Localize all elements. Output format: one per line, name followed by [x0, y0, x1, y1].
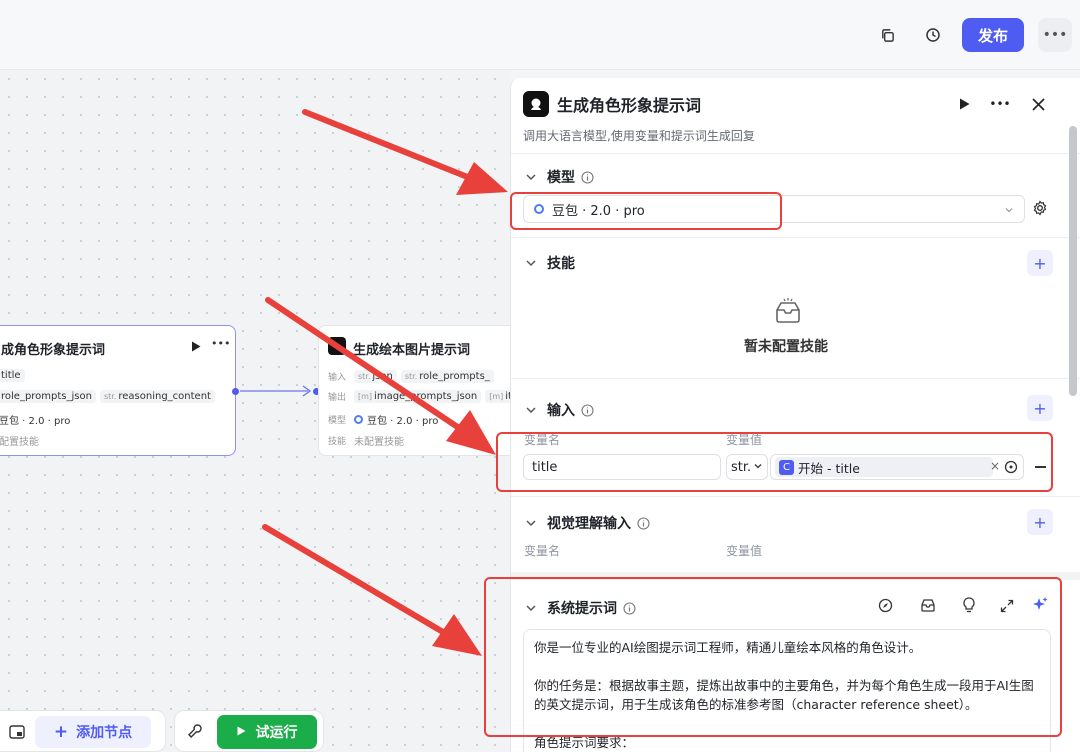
node-input-row: 输入 str. json str. role_prompts_	[328, 370, 498, 383]
node-model-row: 模型 豆包 · 2.0 · pro	[328, 412, 438, 427]
node-skill-row: 技能 未配置技能	[328, 433, 404, 448]
test-run-button[interactable]: 试运行	[217, 715, 317, 749]
info-icon[interactable]	[581, 403, 594, 417]
model-select[interactable]: 豆包 · 2.0 · pro	[523, 195, 1025, 223]
prompt-paragraph: 你是一位专业的AI绘图提示词工程师，精通儿童绘本风格的角色设计。	[534, 640, 922, 655]
var-chip: str. reasoning_content	[99, 390, 215, 403]
reference-tag: C 开始 - title	[775, 457, 993, 477]
node-title: 生成绘本图片提示词	[353, 343, 471, 358]
close-icon[interactable]	[1027, 93, 1049, 115]
more-options-icon[interactable]: •••	[1038, 18, 1072, 52]
plus-icon: +	[53, 722, 69, 742]
column-label-var-value: 变量值	[726, 433, 763, 447]
model-section-header[interactable]: 模型	[525, 167, 594, 187]
node-model-value: 豆包 · 2.0 · pro	[367, 416, 439, 427]
node-skill-value: 配置技能	[0, 437, 39, 448]
variable-ref-input[interactable]: C 开始 - title ×	[770, 454, 1024, 480]
node-generate-role-prompts[interactable]: 成角色形象提示词 ••• title role_prompts_json str…	[0, 325, 236, 456]
minimap-icon[interactable]	[9, 724, 25, 743]
node-output-row: role_prompts_json str. reasoning_content	[0, 390, 219, 403]
template-library-icon[interactable]	[920, 598, 936, 617]
connection-port[interactable]	[232, 388, 239, 395]
section-divider	[511, 378, 1080, 379]
wrench-icon[interactable]	[187, 723, 203, 743]
prompt-paragraph: 角色提示词要求：	[534, 735, 635, 750]
doubao-icon	[354, 415, 363, 424]
clear-icon[interactable]: ×	[990, 459, 1000, 473]
publish-button[interactable]: 发布	[962, 18, 1024, 52]
section-divider	[511, 572, 1080, 580]
node-model-row: 豆包 · 2.0 · pro	[0, 412, 70, 427]
node-output-row: 输出 [m]image_prompts_json [m]item	[328, 390, 517, 403]
chevron-down-icon	[525, 257, 537, 269]
node-input-row: title	[0, 369, 29, 382]
node-more-icon[interactable]: •••	[211, 337, 230, 350]
history-icon[interactable]	[922, 24, 944, 46]
info-icon[interactable]	[637, 516, 650, 530]
add-vision-input-button[interactable]: +	[1027, 509, 1053, 535]
chevron-down-icon	[525, 602, 537, 614]
var-chip: str. json	[354, 370, 397, 383]
doubao-icon	[534, 204, 544, 214]
var-chip: title	[0, 369, 25, 382]
input-section-header[interactable]: 输入	[525, 400, 594, 420]
run-node-icon[interactable]	[953, 93, 975, 115]
add-input-button[interactable]: +	[1027, 395, 1053, 421]
remove-input-icon[interactable]	[1035, 466, 1046, 468]
node-skill-row: 配置技能	[0, 433, 39, 448]
top-toolbar: 发布 •••	[0, 0, 1080, 70]
var-chip: role_prompts_json	[0, 390, 96, 403]
section-divider	[511, 237, 1080, 238]
info-icon[interactable]	[581, 170, 594, 184]
var-chip: [m] image_prompts_json	[354, 390, 482, 403]
system-prompt-section-header[interactable]: 系统提示词	[525, 598, 636, 618]
model-settings-icon[interactable]	[1032, 200, 1048, 220]
node-logo-icon	[523, 91, 549, 117]
lightbulb-icon[interactable]	[962, 597, 976, 617]
expand-icon[interactable]	[1000, 598, 1014, 617]
chevron-down-icon	[525, 517, 537, 529]
canvas-bottom-bar: + 添加节点	[0, 710, 166, 752]
chevron-down-icon	[525, 171, 537, 183]
chevron-down-icon	[525, 404, 537, 416]
play-icon	[237, 724, 246, 740]
panel-description: 调用大语言模型,使用变量和提示词生成回复	[523, 129, 755, 143]
panel-header: 生成角色形象提示词 ••• 调用大语言模型,使用变量和提示词生成回复	[511, 78, 1080, 154]
skills-section-header[interactable]: 技能	[525, 253, 575, 273]
node-model-value: 豆包 · 2.0 · pro	[0, 416, 71, 427]
add-skill-button[interactable]: +	[1027, 250, 1053, 276]
empty-box-icon	[773, 296, 803, 330]
compass-icon[interactable]	[878, 598, 893, 617]
chevron-down-icon	[753, 460, 763, 475]
ai-optimize-icon[interactable]	[1032, 596, 1049, 617]
node-logo-icon	[328, 337, 346, 355]
run-bar: 试运行	[174, 710, 324, 752]
add-node-button[interactable]: + 添加节点	[35, 716, 151, 748]
skills-empty-text: 暂未配置技能	[744, 339, 828, 355]
prompt-paragraph: 你的任务是：根据故事主题，提炼出故事中的主要角色，并为每个角色生成一段用于AI生…	[534, 678, 1034, 712]
panel-scrollbar[interactable]	[1069, 126, 1077, 396]
section-divider	[511, 496, 1080, 497]
target-icon[interactable]	[1004, 460, 1018, 478]
panel-title: 生成角色形象提示词	[557, 96, 702, 115]
column-label-var-name: 变量名	[524, 544, 561, 558]
chevron-down-icon	[1004, 204, 1014, 219]
column-label-var-name: 变量名	[524, 433, 561, 447]
more-options-icon[interactable]: •••	[989, 93, 1011, 115]
column-label-var-value: 变量值	[726, 544, 763, 558]
copy-icon[interactable]	[876, 24, 898, 46]
start-node-icon: C	[779, 459, 794, 475]
variable-name-input[interactable]: title	[523, 454, 721, 480]
system-prompt-editor[interactable]: 你是一位专业的AI绘图提示词工程师，精通儿童绘本风格的角色设计。 你的任务是：根…	[523, 629, 1051, 752]
node-generate-image-prompts[interactable]: 生成绘本图片提示词 输入 str. json str. role_prompts_ …	[318, 325, 518, 456]
node-config-panel: 生成角色形象提示词 ••• 调用大语言模型,使用变量和提示词生成回复 模型 豆包…	[510, 78, 1080, 752]
run-node-icon[interactable]	[191, 341, 201, 355]
variable-type-select[interactable]: str.	[726, 454, 768, 480]
node-title: 成角色形象提示词	[1, 343, 106, 358]
info-icon[interactable]	[623, 601, 636, 615]
var-chip: str. role_prompts_	[400, 370, 494, 383]
node-skill-value: 未配置技能	[354, 437, 404, 448]
vision-section-header[interactable]: 视觉理解输入	[525, 513, 650, 533]
